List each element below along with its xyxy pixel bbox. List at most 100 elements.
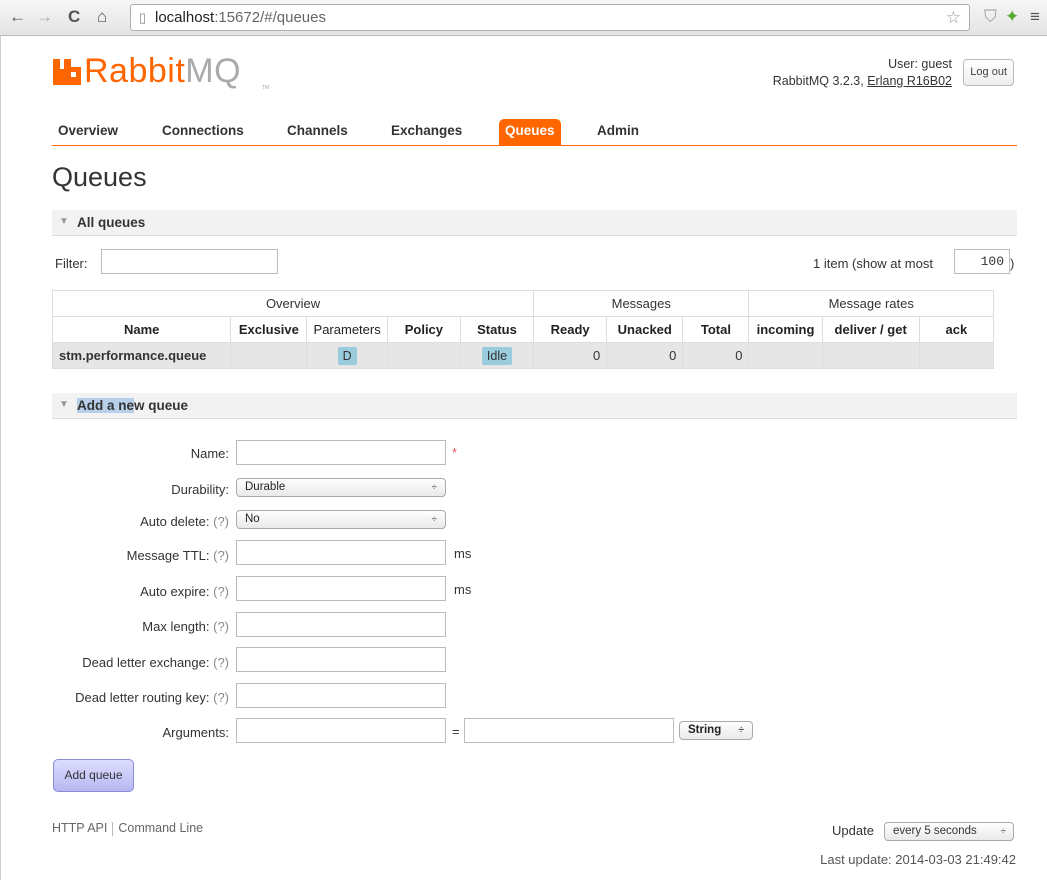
durability-select[interactable]: Durable ÷: [236, 478, 446, 497]
cell-ack: [918, 342, 995, 369]
menu-icon[interactable]: ≡: [1030, 7, 1040, 27]
logout-button[interactable]: Log out: [963, 59, 1014, 86]
page-info-paren: ): [1010, 256, 1015, 271]
tab-channels[interactable]: Channels: [281, 119, 354, 146]
col-deliver-get[interactable]: deliver / get: [821, 316, 920, 343]
dead-letter-routing-key-input[interactable]: [236, 683, 446, 708]
auto-expire-input[interactable]: [236, 576, 446, 601]
max-length-input[interactable]: [236, 612, 446, 637]
dead-letter-routing-key-label: Dead letter routing key: (?): [75, 690, 229, 705]
shield-icon[interactable]: ⛉: [984, 7, 997, 27]
argument-type-select[interactable]: String ÷: [679, 721, 753, 740]
logo-text: RabbitMQ: [84, 52, 242, 90]
address-bar[interactable]: ▯ localhost:15672/#/queues ☆: [130, 4, 970, 31]
filter-label: Filter:: [55, 256, 88, 271]
page-content: RabbitMQ TM User: guest RabbitMQ 3.2.3, …: [0, 36, 1047, 880]
footer-links: HTTP API Command Line: [52, 821, 203, 836]
cell-exclusive: [230, 342, 308, 369]
col-name[interactable]: Name: [51, 316, 232, 343]
queue-name-input[interactable]: [236, 440, 446, 465]
select-arrow-icon: ÷: [431, 514, 438, 525]
auto-delete-select[interactable]: No ÷: [236, 510, 446, 529]
user-info: User: guest RabbitMQ 3.2.3, Erlang R16B0…: [773, 56, 952, 90]
add-queue-button[interactable]: Add queue: [53, 759, 134, 792]
arguments-equals: =: [452, 724, 460, 739]
col-ack[interactable]: ack: [918, 316, 995, 343]
col-unacked[interactable]: Unacked: [606, 316, 684, 343]
page-title: Queues: [52, 162, 147, 192]
col-total[interactable]: Total: [682, 316, 750, 343]
message-ttl-label: Message TTL: (?): [126, 548, 229, 563]
max-length-label: Max length: (?): [142, 619, 229, 634]
table-row[interactable]: stm.performance.queue D Idle 0 0 0: [51, 342, 995, 369]
update-label: Update: [832, 823, 874, 838]
status-badge: Idle: [481, 346, 513, 365]
dead-letter-exchange-label: Dead letter exchange: (?): [82, 655, 229, 670]
argument-key-input[interactable]: [236, 718, 446, 743]
url-text: localhost:15672/#/queues: [155, 9, 326, 26]
tab-overview[interactable]: Overview: [52, 119, 124, 146]
logo-trademark: TM: [262, 85, 270, 91]
forward-icon[interactable]: →: [36, 7, 53, 27]
add-queue-section-header[interactable]: ▼ Add a new queue: [52, 393, 1017, 419]
col-exclusive[interactable]: Exclusive: [230, 316, 308, 343]
dead-letter-exchange-input[interactable]: [236, 647, 446, 672]
col-policy[interactable]: Policy: [386, 316, 461, 343]
arguments-label: Arguments:: [162, 725, 229, 740]
cell-status: Idle: [459, 342, 535, 369]
cell-unacked: 0: [606, 342, 684, 369]
col-parameters[interactable]: Parameters: [306, 316, 388, 343]
durable-badge: D: [337, 346, 357, 365]
collapse-triangle-icon: ▼: [59, 399, 69, 410]
col-status[interactable]: Status: [459, 316, 535, 343]
auto-delete-label: Auto delete: (?): [140, 514, 229, 529]
group-header-messages: Messages: [533, 290, 750, 317]
extension-icon[interactable]: ✦: [1005, 7, 1019, 27]
page-icon: ▯: [139, 10, 147, 25]
reload-icon[interactable]: C: [68, 7, 80, 27]
cell-total: 0: [682, 342, 750, 369]
name-label: Name:: [190, 446, 229, 461]
select-arrow-icon: ÷: [431, 482, 438, 493]
group-header-overview: Overview: [51, 290, 535, 317]
auto-expire-label: Auto expire: (?): [140, 584, 229, 599]
argument-value-input[interactable]: [464, 718, 674, 743]
cell-deliver-get: [821, 342, 920, 369]
group-header-message-rates: Message rates: [748, 290, 994, 317]
bookmark-star-icon[interactable]: ☆: [946, 8, 961, 28]
cell-incoming: [748, 342, 823, 369]
select-arrow-icon: ÷: [738, 725, 745, 736]
home-icon[interactable]: ⌂: [97, 7, 107, 27]
page-info: 1 item (show at most: [813, 256, 933, 271]
durability-label: Durability:: [171, 482, 229, 497]
footer-separator: [112, 821, 114, 836]
col-incoming[interactable]: incoming: [748, 316, 823, 343]
user-label: User: guest: [888, 57, 952, 71]
page-size-input[interactable]: 100: [954, 249, 1010, 274]
collapse-triangle-icon: ▼: [59, 216, 69, 227]
erlang-version: Erlang R16B02: [867, 74, 952, 88]
http-api-link[interactable]: HTTP API: [52, 821, 107, 835]
select-arrow-icon: ÷: [1000, 826, 1007, 837]
all-queues-section-header[interactable]: ▼ All queues: [52, 210, 1017, 236]
filter-input[interactable]: [101, 249, 278, 274]
version-text: RabbitMQ 3.2.3,: [772, 74, 868, 88]
tab-exchanges[interactable]: Exchanges: [385, 119, 468, 146]
tab-admin[interactable]: Admin: [591, 119, 645, 146]
ms-unit: ms: [454, 582, 472, 597]
rabbitmq-logo-icon: [53, 59, 81, 85]
col-ready[interactable]: Ready: [533, 316, 608, 343]
required-mark: *: [452, 445, 458, 460]
message-ttl-input[interactable]: [236, 540, 446, 565]
queues-table: Overview Messages Message rates Name Exc…: [51, 290, 995, 369]
main-nav: Overview Connections Channels Exchanges …: [52, 116, 1017, 146]
tab-queues[interactable]: Queues: [499, 119, 561, 146]
queue-name-link[interactable]: stm.performance.queue: [51, 342, 232, 369]
update-interval-select[interactable]: every 5 seconds ÷: [884, 822, 1014, 841]
command-line-link[interactable]: Command Line: [118, 821, 203, 835]
back-icon[interactable]: ←: [9, 7, 26, 27]
last-update-text: Last update: 2014-03-03 21:49:42: [820, 852, 1016, 867]
cell-policy: [386, 342, 461, 369]
ms-unit: ms: [454, 546, 472, 561]
tab-connections[interactable]: Connections: [156, 119, 250, 146]
